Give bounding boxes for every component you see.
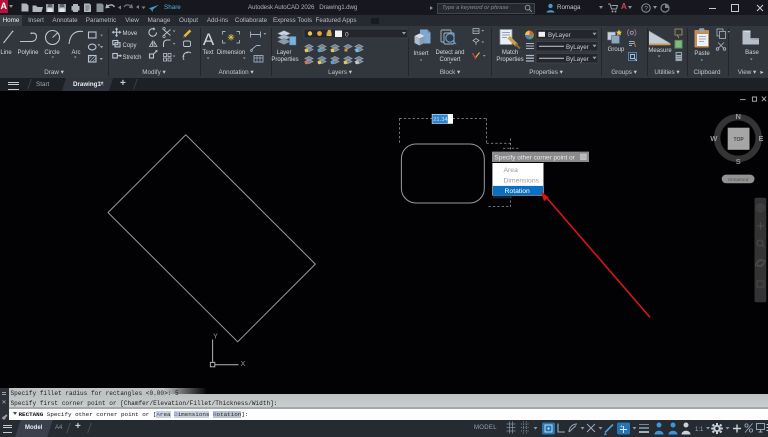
svg-text:+: + xyxy=(620,424,623,430)
svg-text:S: S xyxy=(736,157,741,166)
svg-text:N: N xyxy=(735,112,740,121)
svg-text:A: A xyxy=(203,30,215,49)
svg-text:E: E xyxy=(758,134,763,143)
svg-text:W: W xyxy=(710,134,718,143)
svg-text:1:1: 1:1 xyxy=(695,427,704,433)
svg-text:?: ? xyxy=(644,5,648,12)
svg-text:X: X xyxy=(241,361,246,368)
svg-text:Y: Y xyxy=(213,334,218,341)
svg-text:Rotation: Rotation xyxy=(505,188,531,195)
svg-text:0: 0 xyxy=(345,31,349,38)
svg-text:21.34: 21.34 xyxy=(433,117,448,123)
svg-text:Unnamed: Unnamed xyxy=(728,177,749,183)
svg-text:ByLayer: ByLayer xyxy=(566,56,589,63)
svg-text:ByLayer: ByLayer xyxy=(566,44,589,51)
svg-text:ByLayer: ByLayer xyxy=(548,32,571,39)
svg-text:TOP: TOP xyxy=(733,137,744,143)
svg-text:Dimensions: Dimensions xyxy=(504,178,540,185)
svg-text:Specify other corner point or: Specify other corner point or xyxy=(495,154,576,161)
svg-text:Area: Area xyxy=(504,167,519,174)
